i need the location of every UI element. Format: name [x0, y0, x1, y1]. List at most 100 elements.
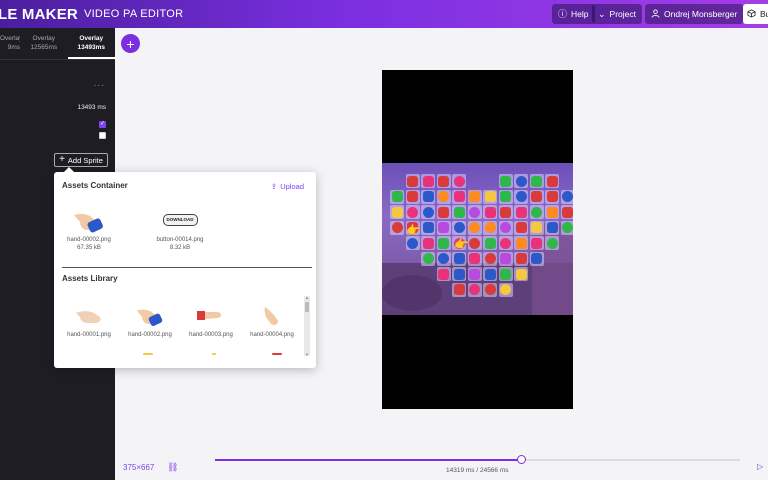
candy-piece: [453, 268, 465, 280]
candy-piece: [422, 253, 434, 264]
upload-icon: ⇪: [270, 182, 278, 191]
asset-item[interactable]: hand-00004.png: [242, 300, 302, 340]
upload-button[interactable]: ⇪ Upload: [271, 182, 304, 191]
plus-icon: +: [126, 35, 135, 52]
candy-piece: [500, 268, 511, 280]
candy-piece: [469, 284, 480, 295]
candy-piece: [515, 175, 527, 187]
assets-popup: Assets Container ⇪ Upload hand-00002.png…: [54, 167, 316, 368]
candy-piece: [407, 206, 418, 218]
candy-piece: [500, 206, 511, 218]
timecode: 14319 ms / 24566 ms: [446, 467, 509, 474]
candy-piece: [438, 222, 449, 233]
build-button[interactable]: Bu: [743, 4, 768, 24]
candy-piece: [391, 206, 403, 218]
asset-item[interactable]: hand-00002.png 67.35 kB: [59, 205, 119, 252]
candy-piece: [453, 191, 465, 202]
tab-label: Overlay: [79, 35, 104, 42]
candy-piece: [453, 206, 465, 218]
candy-piece: [546, 237, 558, 249]
candy-piece: [422, 222, 434, 233]
candy-piece: [531, 237, 542, 249]
game-frame: 👉 👉: [382, 163, 573, 315]
add-sprite-button[interactable]: + Add Sprite: [54, 153, 108, 167]
plus-icon: +: [59, 154, 65, 165]
candy-piece: [500, 237, 511, 249]
candy-piece: [515, 206, 527, 218]
hand-thumbnail: [242, 300, 302, 330]
library-scrollbar[interactable]: ▲ ▼: [304, 295, 310, 357]
candy-piece: [407, 237, 418, 249]
asset-peek: [212, 353, 216, 355]
overlay-duration: 13493 ms: [77, 104, 106, 111]
candy-piece: [438, 175, 449, 187]
candy-piece: [531, 222, 542, 233]
asset-filename: button-00014.png: [156, 237, 204, 243]
candy-piece: [438, 268, 449, 280]
candy-piece: [407, 175, 418, 187]
link-icon[interactable]: ⛓: [167, 462, 178, 473]
scrollbar-thumb[interactable]: [305, 302, 309, 312]
scroll-up-icon[interactable]: ▲: [304, 295, 310, 300]
user-icon: [651, 8, 660, 20]
candy-piece: [484, 191, 496, 202]
tab-duration: 12565ms: [30, 44, 58, 51]
asset-item[interactable]: hand-00002.png: [120, 300, 180, 340]
asset-item[interactable]: hand-00003.png: [181, 300, 241, 340]
play-icon[interactable]: ▷: [757, 462, 763, 471]
asset-item[interactable]: DOWNLOAD button-00014.png 8.32 kB: [150, 205, 210, 252]
chevron-down-icon: ⌄: [598, 8, 606, 19]
hand-thumbnail: [181, 300, 241, 330]
tab-overlay-2[interactable]: Overlay 12565ms: [20, 28, 68, 59]
tab-overlay-3[interactable]: Overlay 13493ms: [67, 28, 115, 59]
candy-piece: [391, 191, 403, 202]
candy-piece: [515, 237, 527, 249]
help-button[interactable]: ⓘ Help: [552, 4, 595, 24]
candy-piece: [500, 222, 511, 233]
candy-piece: [453, 253, 465, 264]
pointer-hand-icon: 👉: [406, 223, 421, 237]
tab-overlay-1[interactable]: Overlay 9ms: [0, 28, 20, 59]
checkbox-unchecked[interactable]: [99, 132, 106, 139]
add-element-button[interactable]: +: [121, 34, 140, 53]
more-options-button[interactable]: ...: [94, 78, 105, 89]
candy-piece: [500, 253, 511, 264]
timeline-scrubber[interactable]: [516, 455, 526, 464]
candy-piece: [515, 268, 527, 280]
candy-piece: [531, 253, 542, 264]
asset-filename: hand-00004.png: [250, 332, 294, 338]
asset-filename: hand-00003.png: [189, 332, 233, 338]
assets-container-title: Assets Container: [62, 181, 128, 190]
candy-piece: [515, 191, 527, 202]
user-menu-button[interactable]: Ondrej Monsberger: [645, 4, 744, 24]
candy-piece: [562, 191, 573, 202]
candy-piece: [515, 222, 527, 233]
candy-piece: [469, 222, 480, 233]
project-menu-button[interactable]: ⌄ Project: [592, 4, 643, 24]
candy-piece: [422, 175, 434, 187]
assets-library-title: Assets Library: [62, 274, 118, 283]
candy-piece: [484, 284, 496, 295]
build-label: Bu: [760, 9, 768, 19]
candy-piece: [438, 206, 449, 218]
overlay-tabs: Overlay 9ms Overlay 12565ms Overlay 1349…: [0, 28, 115, 60]
asset-item[interactable]: hand-00001.png: [59, 300, 119, 340]
canvas-resolution[interactable]: 375×667: [123, 463, 154, 472]
hand-thumbnail: [59, 300, 119, 330]
candy-piece: [438, 237, 449, 249]
video-preview[interactable]: 👉 👉: [382, 70, 573, 409]
candy-piece: [407, 191, 418, 202]
user-name: Ondrej Monsberger: [664, 9, 738, 19]
checkbox-checked[interactable]: [99, 120, 106, 128]
candy-piece: [500, 191, 511, 202]
candy-piece: [500, 284, 511, 295]
timeline-track[interactable]: [215, 459, 740, 461]
section-divider: [62, 267, 312, 268]
candy-piece: [484, 206, 496, 218]
asset-peek: [272, 353, 282, 355]
candy-piece: [422, 191, 434, 202]
scroll-down-icon[interactable]: ▼: [304, 352, 310, 357]
timeline-progress: [215, 459, 522, 461]
cube-icon: [747, 8, 756, 20]
app-subtitle: VIDEO PA EDITOR: [83, 8, 184, 20]
